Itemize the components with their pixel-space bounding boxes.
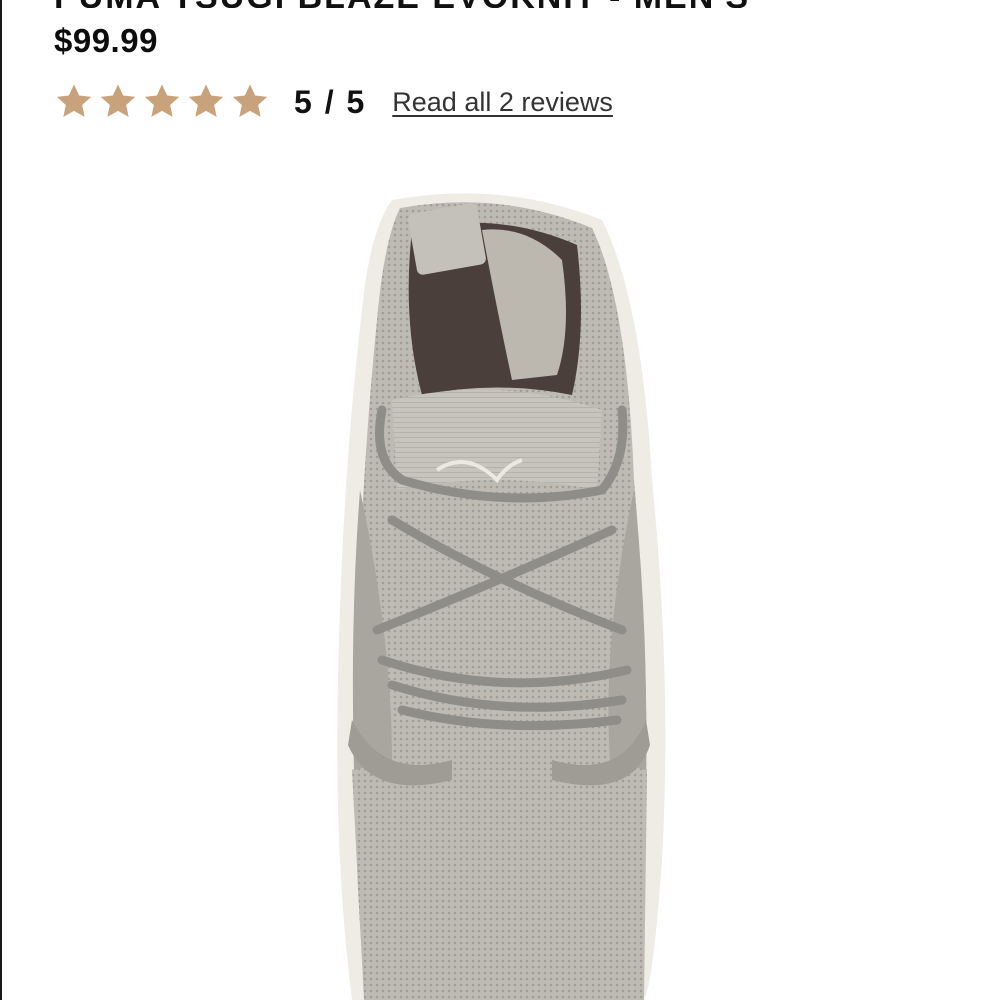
rating-score: 5 / 5 (294, 83, 367, 120)
product-page: PUMA TSUGI BLAZE EVOKNIT - MEN'S $99.99 … (0, 0, 1000, 1000)
product-title: PUMA TSUGI BLAZE EVOKNIT - MEN'S (54, 0, 914, 8)
star-icon (142, 82, 182, 122)
rating-row: 5 / 5 Read all 2 reviews (54, 80, 613, 124)
star-icon (54, 82, 94, 122)
star-icon (230, 82, 270, 122)
product-price: $99.99 (54, 22, 158, 59)
star-icon (98, 82, 138, 122)
star-rating (54, 82, 270, 122)
read-reviews-link[interactable]: Read all 2 reviews (392, 87, 613, 118)
star-icon (186, 82, 226, 122)
product-image[interactable] (242, 160, 762, 1000)
